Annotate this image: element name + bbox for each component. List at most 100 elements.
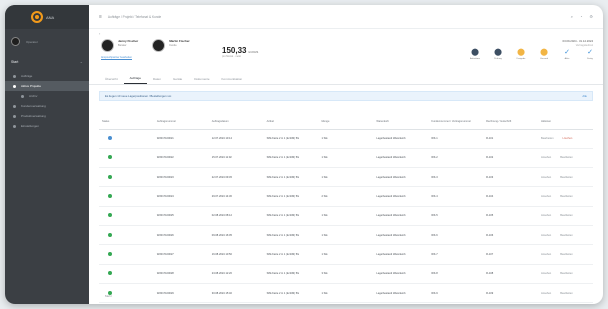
actions-cell: Ansehen Bearbeiten — [538, 244, 593, 265]
invoice-number: R-104 — [483, 186, 538, 207]
row-action-button[interactable]: Bearbeiten — [560, 195, 573, 198]
invoice-number: R-101 — [483, 129, 538, 149]
column-header[interactable]: Kundennummer / Vertragsnummer — [428, 115, 484, 130]
status-step[interactable]: ⬤ Aufnahme — [468, 49, 482, 60]
table-row[interactable]: W2017100029 30.08.2024 15:40 SIM-Karte 2 i… — [99, 283, 593, 304]
table-row[interactable]: W2017100026 09.08.2024 16:05 SIM-Karte 2 i… — [99, 225, 593, 246]
column-header[interactable]: Auftragsdatum — [208, 115, 264, 130]
tab[interactable]: Aufträge — [123, 76, 148, 84]
sidebar-nav: Aufträge Aktive Projekte Archiv Kundenverwa… — [5, 71, 89, 131]
brand[interactable]: ANA — [5, 5, 89, 29]
chevron-down-icon: ⌄ — [79, 59, 83, 64]
sidebar-item[interactable]: Produktverwaltung — [5, 111, 89, 121]
row-action-button[interactable]: Ansehen — [541, 272, 551, 275]
row-action-button[interactable]: Ansehen — [541, 234, 551, 237]
top-icons: ⌕ ◔ ⚙ — [571, 14, 593, 19]
order-date: 23.08.2024 12:20 — [208, 264, 264, 284]
sidebar-section-start[interactable]: Start ⌄ — [5, 52, 89, 71]
order-date: 29.07.2024 14:30 — [208, 186, 264, 207]
column-header[interactable]: Menge — [318, 115, 374, 130]
status-step-icon: ⬤ — [517, 49, 525, 56]
quantity: 1 Stk. — [318, 167, 374, 188]
column-header[interactable]: Aktionen — [538, 115, 593, 130]
column-header[interactable]: Status — [99, 115, 154, 130]
amount-display: 150,33 EUR/Mtl. — [222, 46, 259, 55]
table-row[interactable]: W2017100022 15.07.2024 11:02 SIM-Karte 2 i… — [99, 148, 593, 169]
sidebar-item-label: Aufträge — [21, 74, 33, 78]
sidebar-item[interactable]: Kundenverwaltung — [5, 101, 89, 111]
actions-cell: Ansehen Bearbeiten — [538, 167, 593, 188]
row-action-button[interactable]: Ansehen — [541, 176, 551, 179]
row-action-button[interactable]: Bearbeiten — [541, 137, 554, 140]
tab[interactable]: Dokumente — [188, 77, 215, 84]
order-date: 15.07.2024 11:02 — [208, 148, 264, 169]
status-step-label: Aufnahme — [470, 58, 480, 60]
amount-currency: EUR/Mtl. — [248, 51, 259, 54]
info-banner-link[interactable]: Alle — [582, 94, 587, 98]
table-row[interactable]: W2017100024 29.07.2024 14:30 SIM-Karte 2 i… — [99, 186, 593, 207]
user-profile[interactable]: Operator — [5, 29, 89, 52]
table-row[interactable]: W2017100023 22.07.2024 09:45 SIM-Karte 2 i… — [99, 167, 593, 188]
column-header[interactable]: Rechnung / Gutschrift — [483, 115, 538, 130]
menu-icon[interactable]: ≡ — [99, 14, 102, 20]
status-step[interactable]: ⬤ Prüfung — [491, 49, 505, 60]
project-header: ‹ Jenny Fischer Berater Martin Fischer K… — [89, 29, 603, 71]
row-action-button[interactable]: Ansehen — [541, 253, 551, 256]
row-action-button[interactable]: Löschen — [563, 137, 573, 140]
row-action-button[interactable]: Bearbeiten — [560, 234, 573, 237]
row-action-button[interactable]: Ansehen — [541, 156, 551, 159]
column-header[interactable]: Warenkorb — [373, 115, 429, 130]
table-row[interactable]: W2017100021 12.07.2024 10:14 SIM-Karte 2 i… — [99, 129, 593, 149]
settings-icon[interactable]: ⚙ — [589, 14, 593, 19]
sidebar-item[interactable]: Aufträge — [5, 71, 89, 81]
row-action-button[interactable]: Ansehen — [541, 292, 551, 295]
status-cell — [99, 225, 154, 246]
edit-contact-link[interactable]: Ansprechpartner bearbeiten — [101, 56, 132, 60]
status-dot-icon — [108, 174, 112, 179]
row-action-button[interactable]: Ansehen — [541, 195, 551, 198]
tab[interactable]: Daten — [147, 77, 167, 84]
tab[interactable]: Kommunikation — [216, 77, 249, 84]
sidebar-item[interactable]: Archiv — [5, 91, 89, 101]
invoice-number: R-107 — [483, 244, 538, 265]
row-action-button[interactable]: Bearbeiten — [560, 292, 573, 295]
contract-period: 03.09.2024 - 31.12.2024 — [562, 39, 593, 43]
cart-name: Lagerbestand Warenkorb — [373, 225, 429, 246]
column-header[interactable]: Artikel — [263, 115, 319, 130]
status-step[interactable]: ✓ Fertig — [583, 49, 597, 60]
status-step[interactable]: ✓ Aktiv — [560, 49, 574, 60]
row-action-button[interactable]: Bearbeiten — [560, 214, 573, 217]
status-step[interactable]: ⬤ Freigabe — [514, 49, 528, 60]
cart-name: Lagerbestand Warenkorb — [373, 148, 429, 169]
person-role: Kunde — [169, 44, 177, 47]
row-action-button[interactable]: Bearbeiten — [560, 176, 573, 179]
table-row[interactable]: W2017100027 16.08.2024 10:50 SIM-Karte 2 i… — [99, 244, 593, 265]
customer-number: WK-1 — [428, 129, 484, 149]
status-dot-icon — [108, 136, 112, 141]
row-action-button[interactable]: Bearbeiten — [560, 272, 573, 275]
tab[interactable]: Übersicht — [99, 77, 124, 84]
avatar — [101, 39, 114, 52]
status-step-icon: ⬤ — [540, 49, 548, 56]
search-icon[interactable]: ⌕ — [571, 14, 573, 19]
column-header[interactable]: Auftragsnummer — [153, 115, 209, 130]
sidebar-item[interactable]: Aktive Projekte — [5, 81, 89, 91]
tab[interactable]: Geräte — [167, 77, 188, 84]
status-step-icon: ✓ — [587, 49, 593, 56]
row-action-button[interactable]: Bearbeiten — [560, 156, 573, 159]
avatar — [152, 39, 166, 52]
row-action-button[interactable]: Ansehen — [541, 214, 551, 217]
breadcrumb-text[interactable]: Aufträge / Projekt / Telefonat & Kunde — [108, 15, 161, 19]
customer-number: WK-9 — [428, 283, 484, 304]
back-icon[interactable]: ‹ — [99, 31, 100, 36]
row-action-button[interactable]: Bearbeiten — [560, 253, 573, 256]
table-row[interactable]: W2017100025 02.08.2024 08:12 SIM-Karte 2 i… — [99, 206, 593, 226]
table-row[interactable]: W2017100028 23.08.2024 12:20 SIM-Karte 2 i… — [99, 264, 593, 284]
more-link[interactable]: Mehr — [105, 294, 112, 298]
bell-icon[interactable]: ◔ — [580, 14, 582, 19]
status-step[interactable]: ⬤ Versand — [537, 49, 551, 60]
sidebar-item[interactable]: Einstellungen — [5, 121, 89, 131]
item-name: SIM-Karte 2 in 1 (E-SIM) 5G — [263, 206, 319, 226]
table-header-row: Status Auftragsnummer Auftragsdatum Artikel… — [99, 115, 593, 130]
breadcrumb: ≡ Aufträge / Projekt / Telefonat & Kunde — [99, 14, 161, 20]
